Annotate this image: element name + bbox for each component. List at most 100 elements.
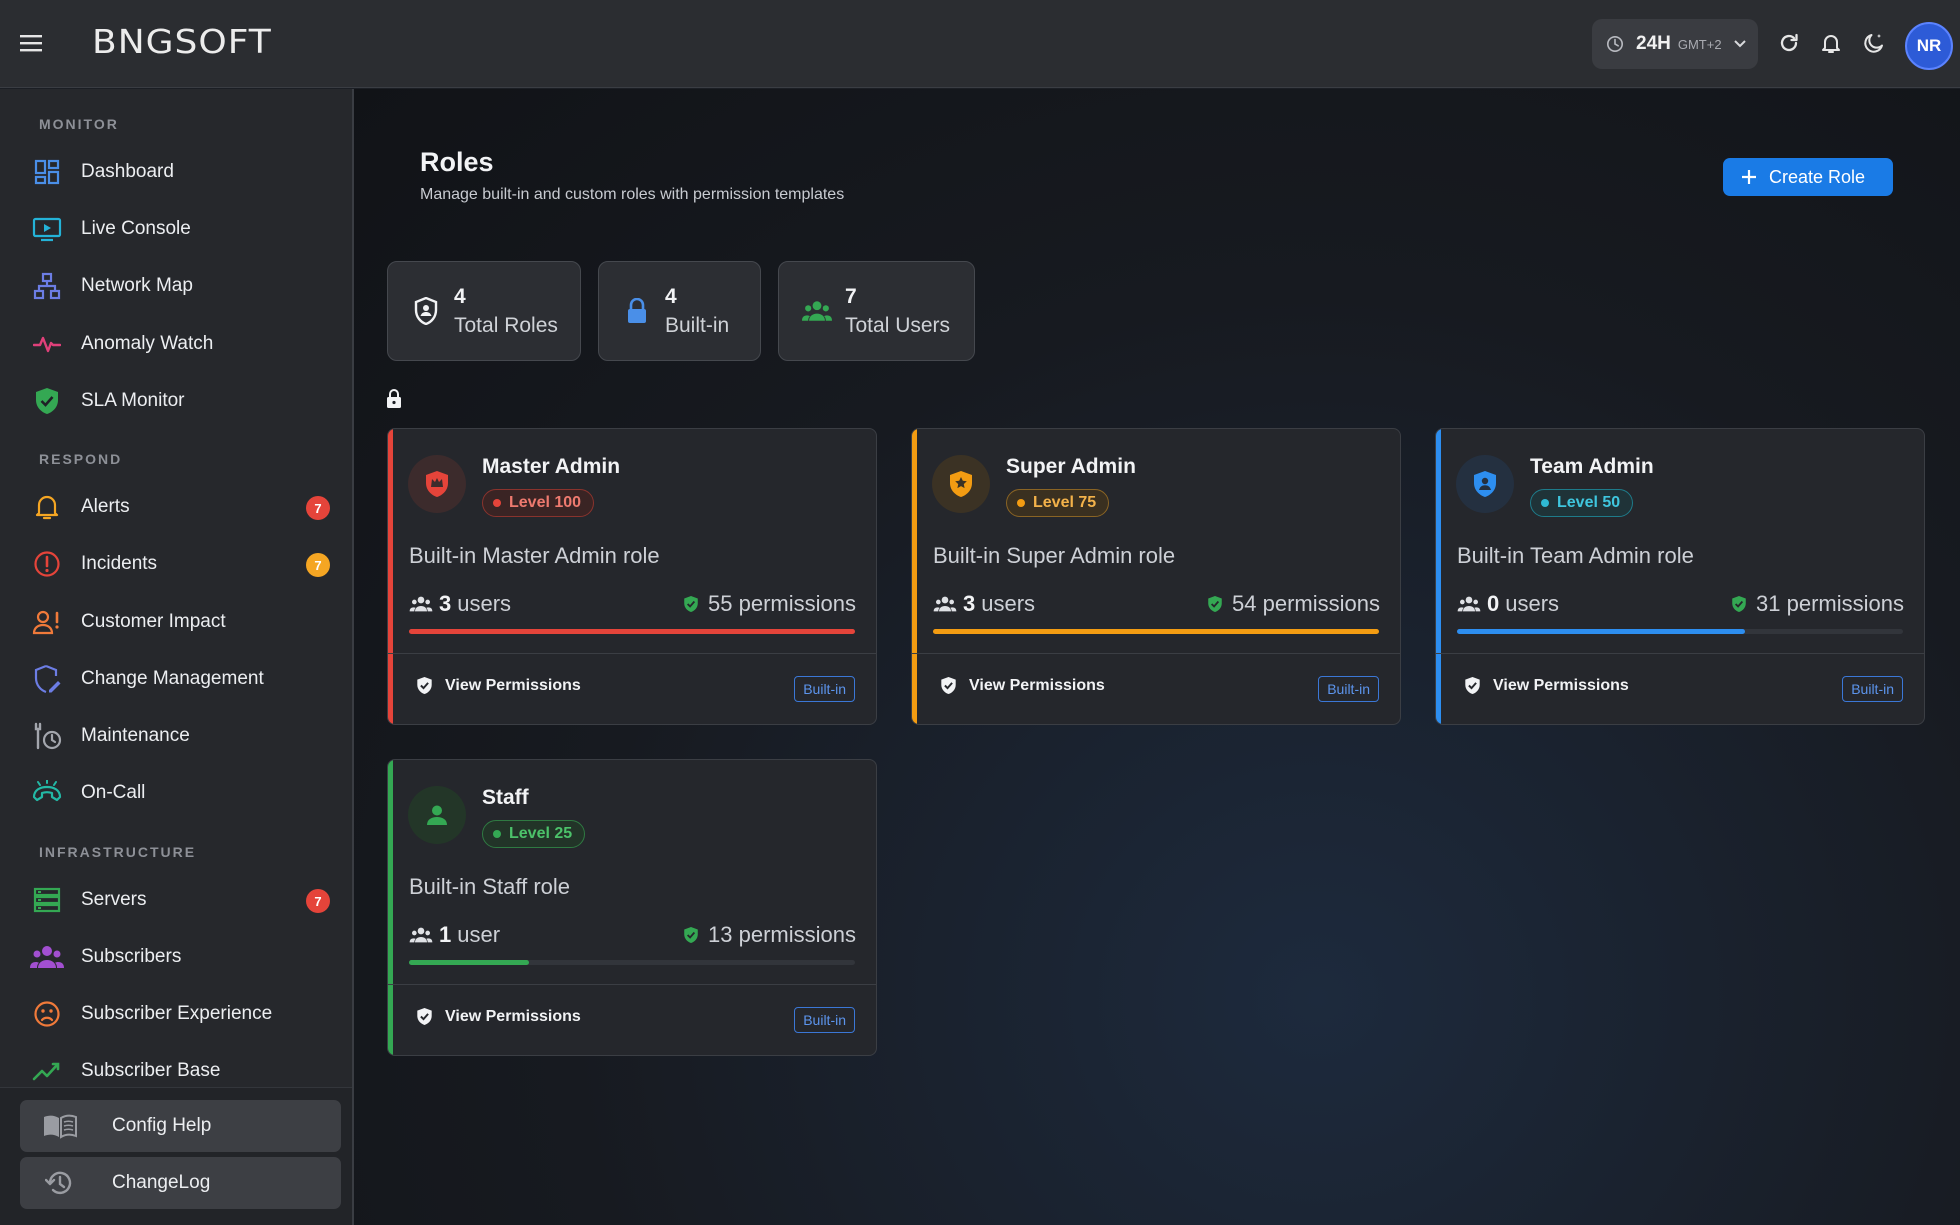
changelog-label: ChangeLog [112,1172,211,1193]
view-permissions-label: View Permissions [969,676,1105,694]
group-icon [797,300,837,322]
role-card-staff: Staff Level 25 Built-in Staff role 1 use… [387,759,877,1056]
sidebar-item-customer-impact[interactable]: Customer Impact [24,597,338,647]
stat-label: Total Users [845,313,951,337]
role-level-badge: Level 25 [482,820,586,848]
dark-mode-toggle-icon[interactable] [1858,27,1890,59]
sidebar-item-maintenance[interactable]: Maintenance [24,711,338,761]
sidebar-item-live-console[interactable]: Live Console [24,204,338,254]
trend-up-icon [24,1055,70,1087]
view-permissions-button[interactable]: View Permissions [1464,676,1629,695]
sidebar-item-network-map[interactable]: Network Map [24,261,338,311]
permission-progress-bar [409,629,855,634]
level-dot [493,830,501,838]
stat-label: Built-in [665,313,730,337]
shield-user-icon [406,297,446,325]
shield-check-icon [416,676,433,695]
shield-check-icon [683,595,699,613]
server-icon [24,884,70,916]
crown-shield-icon [408,455,466,513]
role-card-master-admin: Master Admin Level 100 Built-in Master A… [387,428,877,725]
role-users: 0 users [1457,591,1559,617]
user-shield-icon [1456,455,1514,513]
sidebar-item-dashboard[interactable]: Dashboard [24,147,338,197]
permission-progress-fill [933,629,1379,634]
sidebar-item-label: Subscriber Experience [81,1003,273,1024]
role-permissions: 54 permissions [1207,591,1380,617]
sidebar-item-label: On-Call [81,782,146,803]
stat-built-in: 4 Built-in [598,261,761,361]
built-in-tag: Built-in [1318,676,1379,702]
star-shield-icon [932,455,990,513]
level-dot [1541,499,1549,507]
lock-icon [617,298,657,324]
view-permissions-label: View Permissions [445,676,581,694]
section-respond: RESPOND [39,451,123,467]
sad-face-icon [24,998,70,1030]
view-permissions-button[interactable]: View Permissions [940,676,1105,695]
config-help-button[interactable]: Config Help [20,1100,341,1152]
sidebar-item-subscribers[interactable]: Subscribers [24,932,338,982]
built-in-tag: Built-in [794,1007,855,1033]
wrench-clock-icon [24,720,70,752]
sidebar-item-change-management[interactable]: Change Management [24,654,338,704]
alert-circle-icon [24,548,70,580]
role-permissions: 13 permissions [683,922,856,948]
stat-total-roles: 4 Total Roles [387,261,581,361]
refresh-icon[interactable] [1773,27,1805,59]
users-count: 3 [963,591,976,616]
sidebar-item-anomaly-watch[interactable]: Anomaly Watch [24,319,338,369]
stat-value: 4 [454,284,466,308]
time-format-selector[interactable]: 24H GMT+2 [1592,19,1758,69]
role-name: Master Admin [482,455,621,478]
sidebar-item-alerts[interactable]: Alerts 7 [24,482,338,532]
stat-value: 4 [665,284,677,308]
time-mode-label: 24H [1636,33,1671,54]
create-role-button[interactable]: Create Role [1723,158,1893,196]
section-infrastructure: INFRASTRUCTURE [39,844,197,860]
sidebar-item-subscriber-experience[interactable]: Subscriber Experience [24,989,338,1039]
role-level: Level 25 [509,825,573,842]
live-console-icon [24,213,70,245]
sidebar-item-label: SLA Monitor [81,390,185,411]
card-divider [912,653,1400,654]
hamburger-menu-icon[interactable] [16,28,46,58]
shield-check-icon [683,926,699,944]
role-description: Built-in Staff role [409,874,571,899]
incidents-count-badge: 7 [306,553,330,577]
network-map-icon [24,270,70,302]
sidebar-item-incidents[interactable]: Incidents 7 [24,539,338,589]
view-permissions-button[interactable]: View Permissions [416,676,581,695]
card-divider [388,653,876,654]
sidebar-item-label: Maintenance [81,725,190,746]
sidebar-item-servers[interactable]: Servers 7 [24,875,338,925]
role-description: Built-in Master Admin role [409,543,660,568]
built-in-tag: Built-in [1842,676,1903,702]
role-name: Staff [482,786,529,809]
role-description: Built-in Super Admin role [933,543,1176,568]
role-level-badge: Level 75 [1006,489,1110,517]
role-name: Team Admin [1530,455,1654,478]
card-accent [912,429,917,724]
app-logo[interactable]: BNGSOFT [92,24,272,62]
permission-progress-bar [409,960,855,965]
users-count: 3 [439,591,452,616]
sidebar-item-label: Incidents [81,553,158,574]
role-permissions: 31 permissions [1731,591,1904,617]
section-monitor: MONITOR [39,116,119,132]
user-avatar[interactable]: NR [1905,22,1953,70]
sidebar-item-label: Alerts [81,496,130,517]
sidebar-item-on-call[interactable]: On-Call [24,768,338,818]
sidebar-item-label: Customer Impact [81,611,226,632]
notifications-bell-icon[interactable] [1815,27,1847,59]
users-word: user [457,922,501,947]
changelog-button[interactable]: ChangeLog [20,1157,341,1209]
config-help-label: Config Help [112,1115,212,1136]
stat-total-users: 7 Total Users [778,261,975,361]
sidebar-item-sla-monitor[interactable]: SLA Monitor [24,376,338,426]
group-icon [24,941,70,973]
users-word: users [981,591,1036,616]
shield-check-icon [1207,595,1223,613]
view-permissions-button[interactable]: View Permissions [416,1007,581,1026]
plus-icon [1741,169,1757,185]
